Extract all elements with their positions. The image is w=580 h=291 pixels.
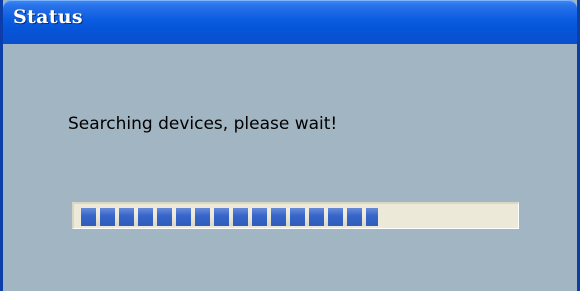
dialog-body: Searching devices, please wait! (3, 44, 577, 291)
window-title: Status (13, 6, 83, 28)
progress-bar (72, 202, 519, 229)
status-dialog: Status Searching devices, please wait! (0, 0, 580, 291)
title-bar[interactable]: Status (3, 0, 577, 44)
progress-bar-fill (81, 208, 378, 226)
status-message: Searching devices, please wait! (68, 114, 338, 134)
